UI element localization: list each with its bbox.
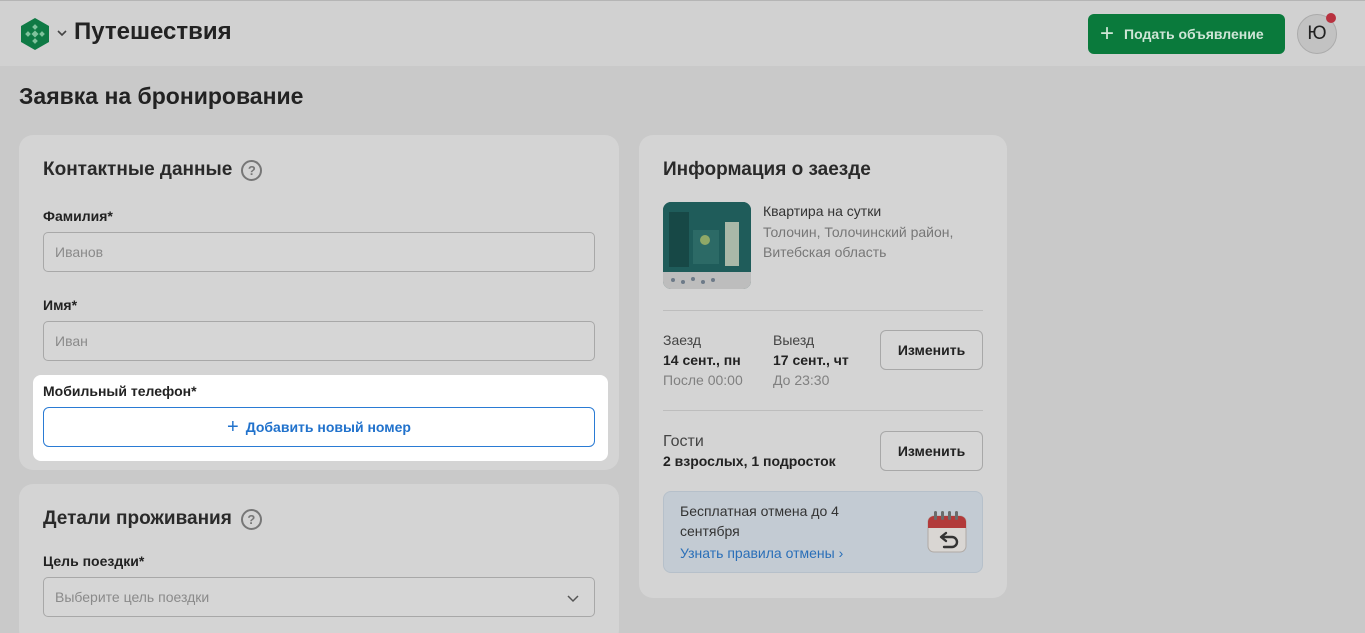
- property-name: Квартира на сутки: [763, 203, 882, 219]
- change-dates-button[interactable]: Изменить: [880, 330, 983, 370]
- notification-dot: [1326, 13, 1336, 23]
- property-photo[interactable]: [663, 202, 751, 289]
- checkout-label: Выезд: [773, 332, 815, 348]
- first-name-input[interactable]: Иван: [43, 321, 595, 361]
- page-title: Заявка на бронирование: [19, 83, 304, 109]
- first-name-label: Имя*: [43, 297, 78, 313]
- last-name-label: Фамилия*: [43, 208, 113, 224]
- cancel-rules-link[interactable]: Узнать правила отмены ›: [680, 545, 843, 561]
- change-guests-button[interactable]: Изменить: [880, 431, 983, 471]
- help-icon[interactable]: ?: [240, 508, 262, 530]
- checkin-label: Заезд: [663, 332, 702, 348]
- divider: [663, 310, 983, 311]
- logo-icon[interactable]: [18, 17, 52, 51]
- checkin-time: После 00:00: [663, 372, 743, 388]
- purpose-placeholder: Выберите цель поездки: [55, 589, 210, 605]
- guests-value: 2 взрослых, 1 подросток: [663, 453, 836, 469]
- post-ad-button[interactable]: + Подать объявление: [1088, 14, 1285, 54]
- info-title: Информация о заезде: [663, 159, 871, 180]
- app-title[interactable]: Путешествия: [74, 18, 232, 46]
- checkout-time: До 23:30: [773, 372, 830, 388]
- chevron-down-icon[interactable]: [56, 27, 68, 39]
- help-icon[interactable]: ?: [241, 159, 263, 181]
- purpose-label: Цель поездки*: [43, 553, 145, 569]
- add-phone-button[interactable]: + Добавить новый номер: [43, 407, 595, 447]
- guests-label: Гости: [663, 433, 704, 450]
- checkout-date: 17 сент., чт: [773, 352, 849, 368]
- last-name-input[interactable]: Иванов: [43, 232, 595, 272]
- contacts-title-text: Контактные данные: [43, 159, 233, 180]
- details-title-text: Детали проживания: [43, 508, 232, 529]
- contacts-title: Контактные данные ?: [43, 159, 263, 181]
- divider: [663, 410, 983, 411]
- free-cancellation-banner: Бесплатная отмена до 4 сентября Узнать п…: [663, 491, 983, 573]
- details-title: Детали проживания ?: [43, 508, 262, 530]
- add-phone-label: Добавить новый номер: [245, 419, 411, 435]
- plus-icon: +: [1100, 20, 1115, 47]
- top-header: Путешествия + Подать объявление Ю: [0, 0, 1365, 66]
- checkin-date: 14 сент., пн: [663, 352, 741, 368]
- cancel-text: Бесплатная отмена до 4 сентября: [680, 503, 839, 539]
- phone-label: Мобильный телефон*: [43, 383, 197, 399]
- chevron-down-icon: [567, 595, 579, 603]
- calendar-undo-icon: [927, 511, 967, 553]
- plus-icon: +: [227, 416, 239, 438]
- property-location: Толочин, Толочинский район, Витебская об…: [763, 224, 954, 260]
- purpose-select[interactable]: Выберите цель поездки: [43, 577, 595, 617]
- post-ad-label: Подать объявление: [1124, 26, 1264, 42]
- apartment-image: [663, 202, 751, 289]
